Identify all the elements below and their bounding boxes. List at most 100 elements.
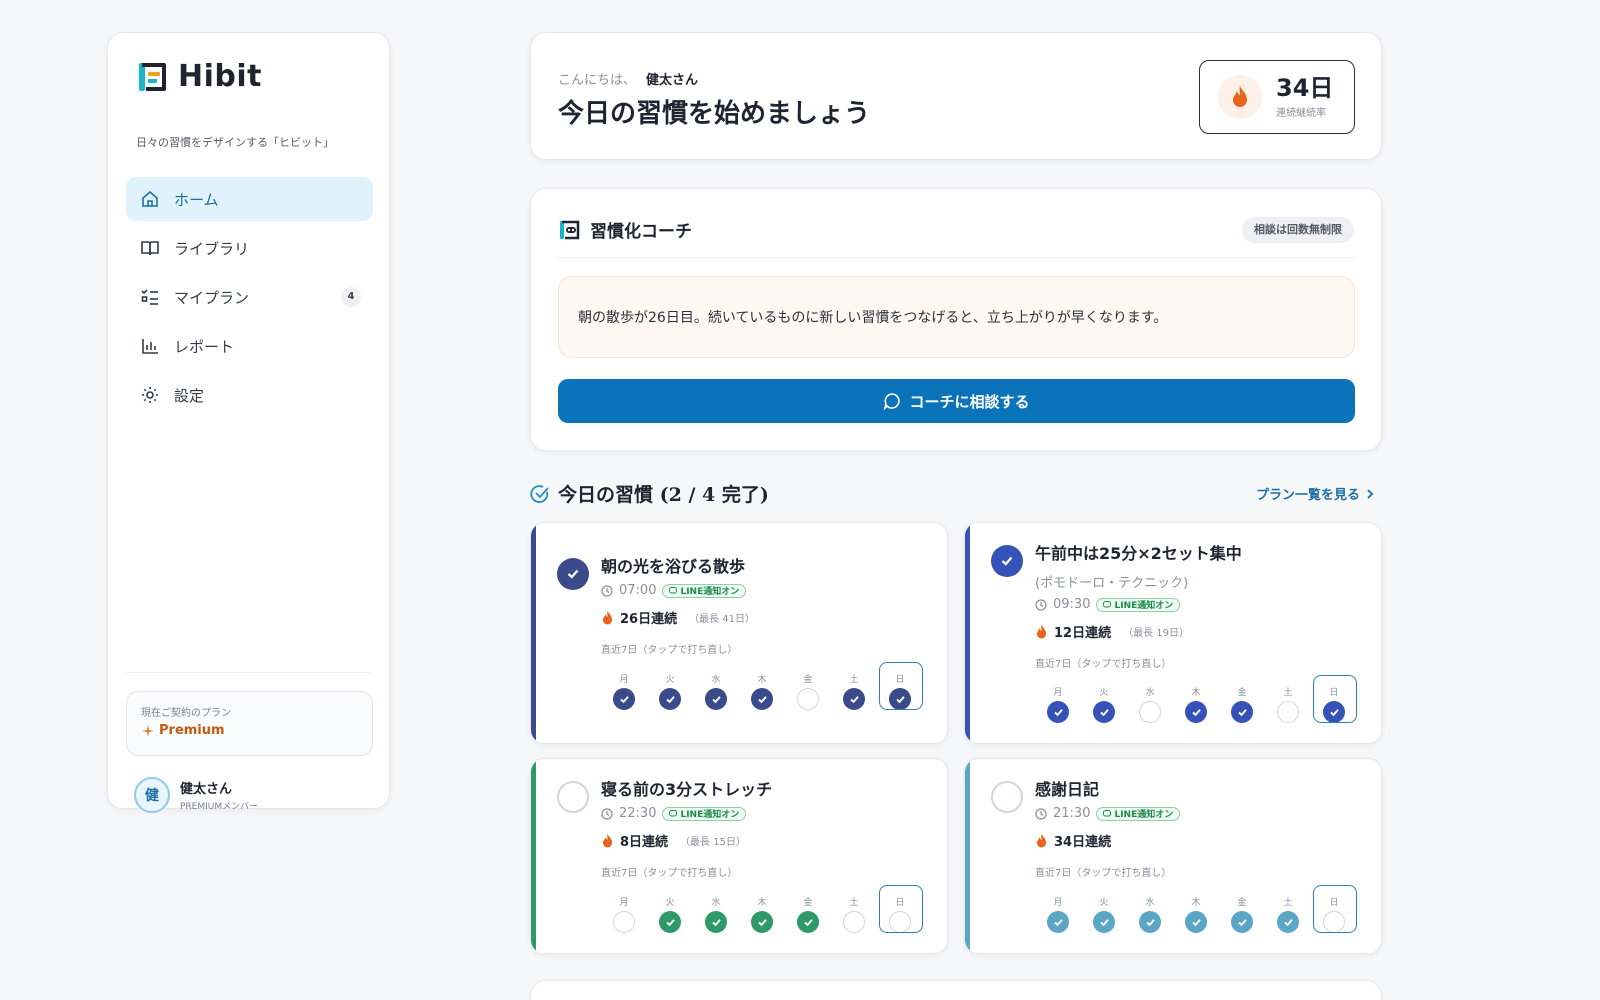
day-label: 金 [803,675,813,685]
day-cell: 金 [785,895,831,933]
day-empty-dot[interactable] [843,911,865,933]
day-done-dot[interactable] [843,688,865,710]
habit-card[interactable]: 感謝日記 21:30 LINE通知オン 34日連続 直近7日（タップで打ち直し）… [964,758,1382,954]
day-done-dot[interactable] [1047,911,1069,933]
gear-icon [142,387,158,403]
bar-chart-icon [142,339,158,354]
day-done-dot[interactable] [1323,701,1345,723]
day-label: 火 [1099,898,1109,908]
flame-icon [1036,624,1047,638]
day-done-dot[interactable] [705,688,727,710]
day-empty-dot[interactable] [797,688,819,710]
habit-complete-toggle[interactable] [991,545,1023,577]
habit-complete-toggle[interactable] [991,781,1023,813]
day-empty-dot[interactable] [1139,701,1161,723]
day-label: 火 [665,675,675,685]
greeting-hello: こんにちは、 健太さん [558,73,699,88]
habit-card[interactable]: 午前中は25分×2セット集中 (ポモドーロ・テクニック) 09:30 LINE通… [964,522,1382,744]
plan-box[interactable]: 現在ご契約のプラン Premium [126,691,373,756]
day-label: 月 [619,675,629,685]
day-done-dot[interactable] [797,911,819,933]
day-done-dot[interactable] [1277,911,1299,933]
habit-recent-label: 直近7日（タップで打ち直し） [601,645,738,656]
day-label: 日 [1329,688,1339,698]
coach-robot-icon [560,220,580,239]
chat-icon [669,586,678,593]
day-done-dot[interactable] [705,911,727,933]
day-label: 土 [1283,688,1293,698]
flame-icon [1218,75,1262,119]
chat-icon [669,809,678,816]
greeting-card: こんにちは、 健太さん 今日の習慣を始めましょう 34日 連続継続率 [530,32,1382,160]
day-done-dot[interactable] [613,688,635,710]
sidebar-item-home[interactable]: ホーム [126,177,373,221]
day-empty-dot[interactable] [613,911,635,933]
line-notify-badge: LINE通知オン [662,583,747,598]
habit-recent-label: 直近7日（タップで打ち直し） [1035,868,1172,879]
day-cell: 金 [1219,895,1265,933]
day-label: 水 [1145,688,1155,698]
day-cell: 月 [601,672,647,710]
day-cell: 木 [1173,895,1219,933]
habit-time: 07:00 [619,583,657,598]
day-done-dot[interactable] [1093,911,1115,933]
user-profile[interactable]: 健 健太さん PREMIUMメンバー [134,777,258,813]
day-cell: 火 [1081,685,1127,723]
coach-title: 習慣化コーチ [590,222,692,242]
day-done-dot[interactable] [1185,911,1207,933]
habit-week-days: 月 火 水 木 金 土 日 [601,885,923,933]
habit-best: （最長 19日） [1123,628,1189,639]
habit-recent-label: 直近7日（タップで打ち直し） [601,868,738,879]
habit-complete-toggle[interactable] [557,558,589,590]
coach-divider [558,257,1354,258]
view-plans-link[interactable]: プラン一覧を見る [1256,484,1374,503]
habit-complete-toggle[interactable] [557,781,589,813]
day-label: 木 [1191,898,1201,908]
day-label: 月 [619,898,629,908]
day-done-dot[interactable] [1093,701,1115,723]
day-cell: 火 [1081,895,1127,933]
sidebar-item-settings[interactable]: 設定 [126,373,373,417]
day-done-dot[interactable] [889,688,911,710]
day-cell: 日 [1311,885,1357,933]
coach-card: 習慣化コーチ 相談は回数無制限 朝の散歩が26日目。続いているものに新しい習慣を… [530,188,1382,451]
day-empty-dot[interactable] [1277,701,1299,723]
habit-card[interactable]: 寝る前の3分ストレッチ 22:30 LINE通知オン 8日連続 （最長 15日）… [530,758,948,954]
day-label: 火 [1099,688,1109,698]
day-label: 金 [1237,688,1247,698]
day-cell: 木 [739,895,785,933]
sidebar-divider [126,672,371,673]
day-cell: 水 [1127,685,1173,723]
habit-best: （最長 15日） [680,837,746,848]
app-logo[interactable]: Hibit [136,59,262,94]
day-cell: 水 [1127,895,1173,933]
chevron-right-icon [1367,488,1374,499]
day-empty-dot[interactable] [1323,911,1345,933]
day-label: 木 [757,898,767,908]
day-label: 日 [1329,898,1339,908]
flame-icon [602,610,613,624]
habit-title: 寝る前の3分ストレッチ [601,780,773,799]
day-done-dot[interactable] [1231,701,1253,723]
app-tagline: 日々の習慣をデザインする「ヒビット」 [136,136,334,149]
day-done-dot[interactable] [1185,701,1207,723]
consult-coach-button[interactable]: コーチに相談する [558,379,1355,423]
sidebar-item-my-plan[interactable]: マイプラン 4 [126,275,373,319]
day-done-dot[interactable] [659,688,681,710]
day-cell: 木 [1173,685,1219,723]
day-done-dot[interactable] [1231,911,1253,933]
day-done-dot[interactable] [1047,701,1069,723]
habit-streak: 26日連続 （最長 41日） [601,608,755,627]
day-empty-dot[interactable] [889,911,911,933]
day-label: 金 [803,898,813,908]
habit-meta: 21:30 LINE通知オン [1035,806,1181,821]
day-cell: 日 [877,885,923,933]
day-done-dot[interactable] [659,911,681,933]
day-done-dot[interactable] [1139,911,1161,933]
sidebar-item-report[interactable]: レポート [126,324,373,368]
day-label: 土 [1283,898,1293,908]
sidebar-item-library[interactable]: ライブラリ [126,226,373,270]
day-done-dot[interactable] [751,911,773,933]
habit-card[interactable]: 朝の光を浴びる散歩 07:00 LINE通知オン 26日連続 （最長 41日） … [530,522,948,744]
day-done-dot[interactable] [751,688,773,710]
